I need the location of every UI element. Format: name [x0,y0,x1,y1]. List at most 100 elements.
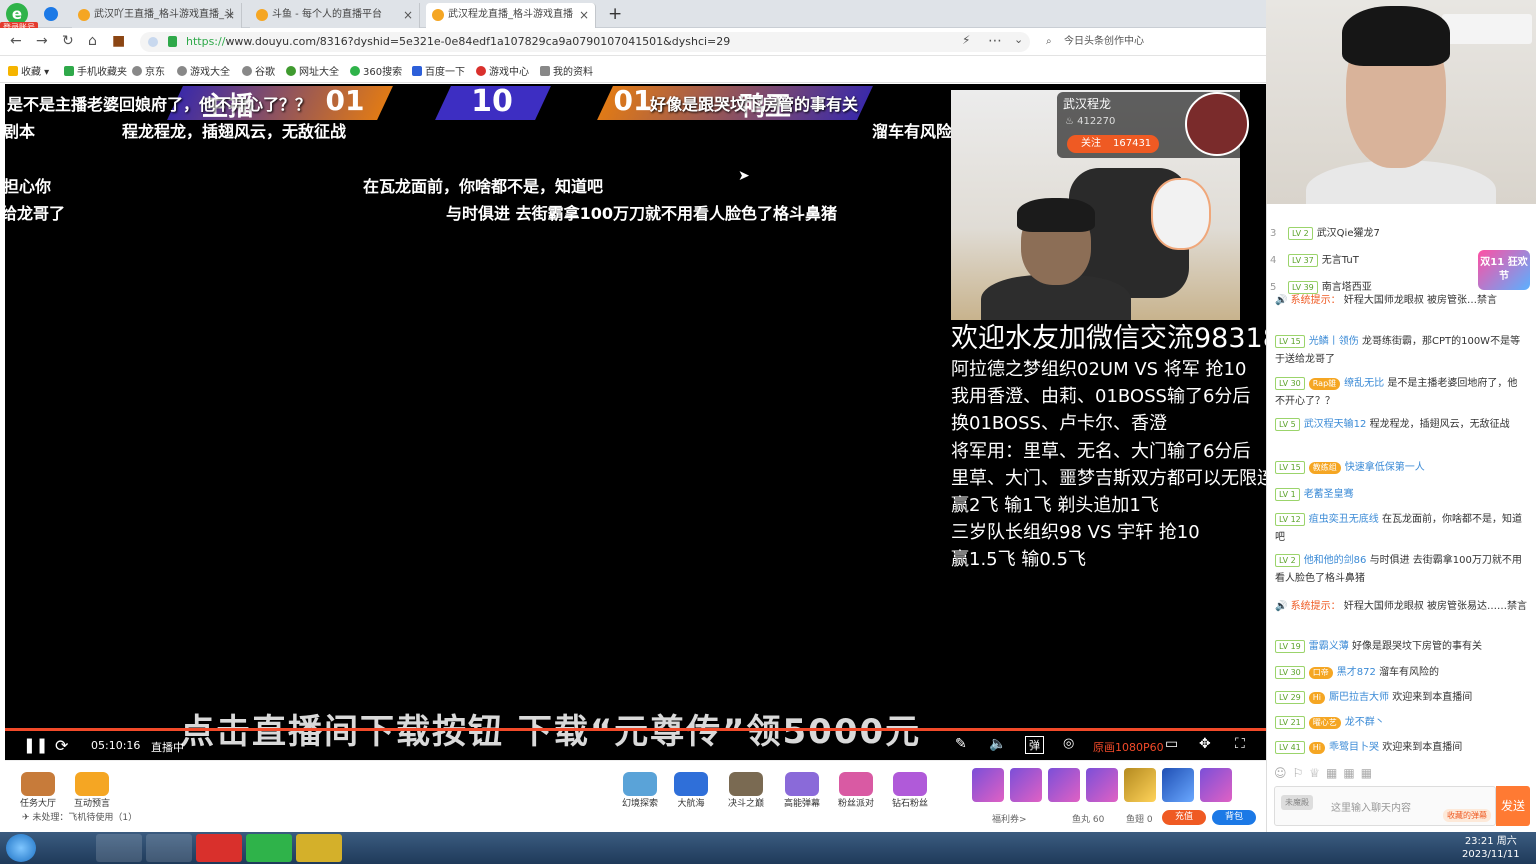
chat-username[interactable]: 他和他的剑86 [1304,555,1367,566]
refresh-icon[interactable]: ↻ [62,33,74,49]
chat-message[interactable]: LV 19 雷霸义薄 好像是跟哭坟下房管的事有关 [1275,638,1527,656]
bookmark-360[interactable]: 360搜索 [350,63,402,78]
task-hall-button[interactable]: 任务大厅 [20,772,56,809]
edit-icon[interactable]: ✎ [955,736,967,752]
chat-toolbar-icons[interactable]: ☺⚐♕▦▦▦ [1274,766,1378,780]
video-player[interactable]: 主播 01 10 01 鸭王 是不是主播老婆回娘府了，他不开心了？？ 剧本 程龙… [5,84,1266,760]
bookmark-games[interactable]: 游戏大全 [177,63,230,78]
chat-message[interactable]: LV 5 武汉程天输12 程龙程龙，插翅风云，无敌征战 [1275,416,1527,434]
chat-message[interactable]: LV 30 Rap雄 缭乱无比 是不是主播老婆回地府了，他不开心了？？ [1275,375,1527,411]
gift-item[interactable]: 幻境探索 [622,772,658,809]
pending-notice[interactable]: ✈ 未处理：飞机待使用（1） [22,810,137,823]
chat-message[interactable]: 🔊 系统提示： 奸程大国师龙眼叔 被房管张易达……禁言 [1275,598,1527,616]
bookmark-sites[interactable]: 网址大全 [286,63,339,78]
bookmark-jd[interactable]: 京东 [132,63,165,78]
taskbar-app-other[interactable] [296,834,342,862]
wallet-icon[interactable]: ■ [112,33,125,49]
clock[interactable]: 23:21 周六 2023/11/11 [1462,835,1520,861]
rank-row[interactable]: 3 LV 2 武汉Qie獾龙7 [1270,224,1380,240]
gift-box[interactable] [1010,768,1042,802]
chat-message[interactable]: LV 41 Hi 乖鹭目卜哭 欢迎来到本直播间 [1275,739,1527,757]
chat-username[interactable]: 快速拿低保第一人 [1345,462,1425,473]
chat-username[interactable]: 系统提示： [1291,601,1341,612]
progress-bar[interactable] [5,728,1266,731]
gift-item[interactable]: 钻石粉丝 [892,772,928,809]
chat-message[interactable]: LV 15 教练组 快速拿低保第一人 [1275,459,1527,477]
anchor-name[interactable]: 武汉程龙 [1063,95,1111,112]
chat-username[interactable]: 系统提示： [1291,295,1341,306]
gift-box[interactable] [1200,768,1232,802]
url-field[interactable]: https://www.douyu.com/8316?dyshid=5e321e… [140,32,1030,52]
site-info-icon[interactable] [148,37,158,47]
recharge-button[interactable]: 充值 [1162,810,1206,825]
chat-message[interactable]: 🔊 系统提示： 奸程大国师龙眼叔 被房管张…禁言 [1275,292,1527,310]
gift-box[interactable] [1048,768,1080,802]
welfare-link[interactable]: 福利券> [992,812,1027,825]
gift-item[interactable]: 决斗之巅 [728,772,764,809]
chat-username[interactable]: 缭乱无比 [1344,378,1384,389]
lightning-icon[interactable]: ⚡ [962,33,970,47]
follow-button[interactable]: 关注 167431 [1067,135,1159,153]
gift-item[interactable]: 高能弹幕 [784,772,820,809]
chat-message[interactable]: LV 2 他和他的剑86 与时俱进 去街霸拿100万刀就不用看人脸色了格斗鼻猪 [1275,552,1527,588]
pip-icon[interactable]: ▭ [1165,736,1178,752]
bookmark-favorites[interactable]: 收藏 ▾ [8,63,49,78]
quality-select[interactable]: 原画1080P60 [1093,739,1164,755]
new-tab-icon[interactable]: + [608,4,622,24]
chat-message[interactable]: LV 1 老蓄圣皇骞 [1275,486,1527,504]
chat-message[interactable]: LV 29 Hi 厮巴拉吉大师 欢迎来到本直播间 [1275,689,1527,707]
volume-icon[interactable]: 🔈 [989,736,1006,752]
backpack-button[interactable]: 背包 [1212,810,1256,825]
gift-item[interactable]: 大航海 [674,772,708,809]
taskbar-app-media[interactable] [96,834,142,862]
fullscreen-icon[interactable]: ⛶ [1235,736,1245,752]
start-button[interactable] [6,834,36,862]
pause-icon[interactable]: ❚❚ [23,736,48,754]
saved-danmaku-button[interactable]: 收藏的弹幕 [1443,809,1491,822]
anchor-avatar[interactable] [1185,92,1249,156]
chat-username[interactable]: 厮巴拉吉大师 [1329,692,1389,703]
close-tab-icon[interactable]: × [403,3,413,27]
chat-username[interactable]: 疽虫奕丑无底线 [1309,514,1379,525]
extension-icon[interactable] [44,7,58,21]
chevron-down-icon[interactable]: ⌄ [1014,33,1023,46]
chat-username[interactable]: 老蓄圣皇骞 [1304,489,1354,500]
chat-input[interactable]: 未魔殿 这里输入聊天内容 收藏的弹幕 [1274,786,1496,826]
forward-icon[interactable]: → [36,33,48,49]
chat-username[interactable]: 黑才872 [1337,667,1376,678]
wide-mode-icon[interactable]: ✥ [1199,736,1211,752]
taskbar-app-obs[interactable] [146,834,192,862]
gift-item[interactable]: 粉丝派对 [838,772,874,809]
bookmark-baidu[interactable]: 百度一下 [412,63,465,78]
bookmark-profile[interactable]: 我的资料 [540,63,593,78]
bookmark-gamecenter[interactable]: 游戏中心 [476,63,529,78]
gift-box[interactable] [972,768,1004,802]
bookmark-google[interactable]: 谷歌 [242,63,275,78]
send-button[interactable]: 发送 [1496,786,1530,826]
chat-message[interactable]: LV 30 口帝 黑才872 溜车有风险的 [1275,664,1527,682]
danmaku-toggle-icon[interactable]: 弹 [1025,736,1044,754]
home-icon[interactable]: ⌂ [88,33,97,49]
bookmark-mobile[interactable]: 手机收藏夹 [64,63,127,78]
chat-username[interactable]: 龙不群丶 [1345,717,1385,728]
gift-box[interactable] [1162,768,1194,802]
chat-message[interactable]: LV 21 曜心艺 龙不群丶 [1275,714,1527,732]
chat-message[interactable]: LV 15 光鳞丨领伤 龙哥练街霸，那CPT的100W不是等于送给龙哥了 [1275,333,1527,369]
chat-username[interactable]: 雷霸义薄 [1309,641,1349,652]
gift-box[interactable] [1086,768,1118,802]
more-icon[interactable]: ⋯ [988,33,1002,49]
search-input[interactable]: ⌕ 今日头条创作中心 [1040,32,1260,52]
close-tab-icon[interactable]: × [579,3,589,27]
back-icon[interactable]: ← [10,33,22,49]
tab-2[interactable]: 斗鱼 - 每个人的直播平台 × [250,3,420,28]
tab-3-active[interactable]: 武汉程龙直播_格斗游戏直播 × [426,3,596,28]
rank-row[interactable]: 4 LV 37 无言TuT [1270,251,1359,267]
chat-username[interactable]: 乖鹭目卜哭 [1329,742,1379,753]
nobility-badge[interactable]: 未魔殿 [1281,795,1313,810]
close-tab-icon[interactable]: × [225,3,235,27]
double-eleven-badge[interactable]: 双11 狂欢节 [1478,250,1530,290]
chat-message[interactable]: LV 12 疽虫奕丑无底线 在瓦龙面前，你啥都不是，知道吧 [1275,511,1527,547]
interactive-predict-button[interactable]: 互动预言 [74,772,110,809]
tab-1[interactable]: 武汉吖王直播_格斗游戏直播_斗 × [72,3,242,28]
chat-username[interactable]: 光鳞丨领伤 [1309,336,1359,347]
